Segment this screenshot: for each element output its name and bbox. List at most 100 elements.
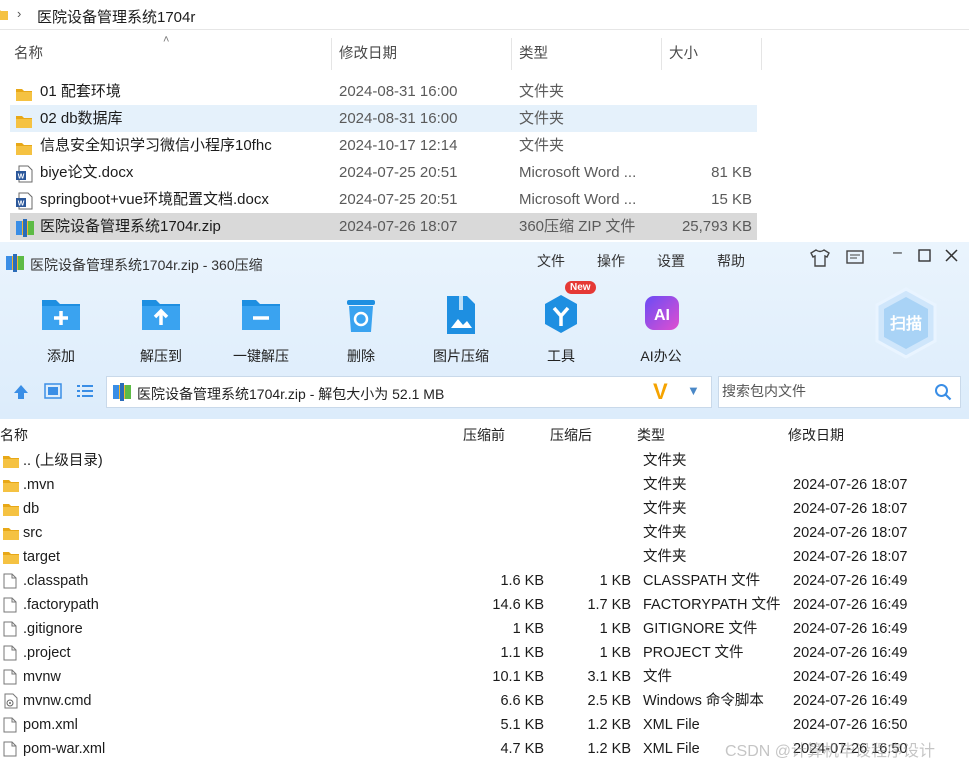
archive-entry-row[interactable]: .mvn 文件夹 2024-07-26 18:07 [0, 473, 969, 497]
file-row[interactable]: 01 配套环境 2024-08-31 16:00 文件夹 [10, 78, 757, 105]
skin-icon[interactable] [810, 249, 830, 272]
archive-path-bar[interactable]: 医院设备管理系统1704r.zip - 解包大小为 52.1 MB V ▼ [106, 376, 712, 408]
column-header-name[interactable]: 名称 [0, 422, 28, 448]
watermark: CSDN @计算机毕设程序设计 [725, 743, 936, 760]
tools-button[interactable]: 工具 [521, 292, 601, 366]
delete-button[interactable]: 删除 [321, 292, 401, 366]
file-name: springboot+vue环境配置文档.docx [40, 191, 269, 208]
column-header-modified[interactable]: 修改日期 [788, 422, 844, 448]
chevron-down-icon[interactable]: ▼ [687, 383, 700, 398]
up-arrow-icon[interactable] [12, 383, 30, 406]
scan-label: 扫描 [890, 314, 922, 333]
column-header-compressed[interactable]: 压缩后 [550, 422, 592, 448]
one-click-extract-icon [239, 292, 283, 336]
file-size: 81 KB [711, 164, 752, 181]
column-header-modified[interactable]: 修改日期 [339, 38, 397, 70]
image-compress-button[interactable]: 图片压缩 [421, 292, 501, 366]
entry-type: FACTORYPATH 文件 [643, 597, 781, 613]
feedback-icon[interactable] [846, 249, 864, 270]
menu-settings[interactable]: 设置 [657, 251, 685, 271]
minimize-icon[interactable]: – [893, 244, 902, 262]
entry-type: 文件夹 [643, 477, 687, 493]
entry-size-before: 6.6 KB [500, 693, 544, 709]
file-type: 文件夹 [519, 83, 565, 100]
archive-entry-row[interactable]: pom.xml 5.1 KB 1.2 KB XML File 2024-07-26 16… [0, 713, 969, 737]
extract-to-button[interactable]: 解压到 [121, 292, 201, 366]
address-bar[interactable]: › 医院设备管理系统1704r [0, 0, 969, 30]
archive-entry-row[interactable]: db 文件夹 2024-07-26 18:07 [0, 497, 969, 521]
one-click-extract-button[interactable]: 一键解压 [221, 292, 301, 366]
archive-entry-row[interactable]: .factorypath 14.6 KB 1.7 KB FACTORYPATH 文件 2… [0, 593, 969, 617]
entry-name: db [23, 501, 40, 517]
ai-office-button[interactable]: AI AI办公 [621, 292, 701, 366]
zip-header: 医院设备管理系统1704r.zip - 360压缩 文件 操作 设置 帮助 – … [0, 242, 969, 419]
entry-size-after: 1.2 KB [587, 741, 631, 757]
archive-entry-row[interactable]: target 文件夹 2024-07-26 18:07 [0, 545, 969, 569]
file-type: 360压缩 ZIP 文件 [519, 218, 636, 235]
list-view-icon[interactable] [76, 383, 94, 404]
sort-ascending-icon: ˄ [163, 34, 170, 46]
file-row[interactable]: 02 db数据库 2024-08-31 16:00 文件夹 [10, 105, 757, 132]
file-row[interactable]: 信息安全知识学习微信小程序10fhc 2024-10-17 12:14 文件夹 [10, 132, 757, 159]
entry-type: 文件夹 [643, 501, 687, 517]
archive-entry-row[interactable]: .gitignore 1 KB 1 KB GITIGNORE 文件 2024-07-26… [0, 617, 969, 641]
file-size: 15 KB [711, 191, 752, 208]
entry-type: 文件夹 [643, 453, 687, 469]
file-icon [3, 741, 17, 765]
entry-size-after: 2.5 KB [587, 693, 631, 709]
file-date: 2024-07-25 20:51 [339, 191, 458, 208]
archive-entry-row[interactable]: .classpath 1.6 KB 1 KB CLASSPATH 文件 2024-07-… [0, 569, 969, 593]
scan-button[interactable]: 扫描 [874, 287, 938, 359]
archive-entry-row[interactable]: .project 1.1 KB 1 KB PROJECT 文件 2024-07-26 1… [0, 641, 969, 665]
search-icon[interactable] [934, 383, 952, 406]
entry-type: 文件 [643, 669, 672, 685]
svg-text:W: W [18, 201, 25, 208]
recycle-bin-icon [339, 292, 383, 336]
column-header-type[interactable]: 类型 [637, 422, 665, 448]
close-icon[interactable] [945, 249, 958, 267]
entry-size-after: 1.2 KB [587, 717, 631, 733]
column-divider[interactable] [761, 38, 762, 70]
entry-name: mvnw [23, 669, 61, 685]
file-row[interactable]: Wbiye论文.docx 2024-07-25 20:51 Microsoft Wo… [10, 159, 757, 186]
vip-mark[interactable]: V [653, 379, 668, 405]
menu-operation[interactable]: 操作 [597, 251, 625, 271]
entry-name: target [23, 549, 61, 565]
add-button[interactable]: 添加 [21, 292, 101, 366]
window-title: 医院设备管理系统1704r.zip - 360压缩 [30, 257, 263, 273]
entry-name: src [23, 525, 43, 541]
archive-entry-row[interactable]: mvnw.cmd 6.6 KB 2.5 KB Windows 命令脚本 2024-07-… [0, 689, 969, 713]
add-folder-icon [39, 292, 83, 336]
chevron-right-icon[interactable]: › [17, 6, 21, 21]
column-header-packed[interactable]: 压缩前 [463, 422, 505, 448]
entry-size-before: 1 KB [512, 621, 544, 637]
column-divider[interactable] [661, 38, 662, 70]
entry-name: .project [23, 645, 71, 661]
breadcrumb[interactable]: 医院设备管理系统1704r [37, 6, 195, 27]
entry-date: 2024-07-26 16:49 [793, 597, 908, 613]
entry-name: pom.xml [23, 717, 78, 733]
menu-file[interactable]: 文件 [537, 251, 565, 271]
archive-entry-row[interactable]: .. (上级目录) 文件夹 [0, 449, 969, 473]
archive-entry-row[interactable]: mvnw 10.1 KB 3.1 KB 文件 2024-07-26 16:49 [0, 665, 969, 689]
column-divider[interactable] [511, 38, 512, 70]
tool-label: 图片压缩 [433, 348, 489, 364]
ai-icon-text: AI [654, 307, 670, 324]
search-input[interactable] [722, 383, 922, 399]
archive-entry-row[interactable]: src 文件夹 2024-07-26 18:07 [0, 521, 969, 545]
extract-to-icon [139, 292, 183, 336]
menu-help[interactable]: 帮助 [717, 251, 745, 271]
file-name: 信息安全知识学习微信小程序10fhc [40, 137, 272, 154]
file-row[interactable]: 医院设备管理系统1704r.zip 2024-07-26 18:07 360压缩 Z… [10, 213, 757, 240]
column-divider[interactable] [331, 38, 332, 70]
maximize-icon[interactable] [918, 249, 931, 267]
thumbnail-view-icon[interactable] [44, 383, 62, 404]
column-header-type[interactable]: 类型 [519, 38, 548, 70]
search-box[interactable] [718, 376, 961, 408]
column-header-size[interactable]: 大小 [669, 38, 698, 70]
file-row[interactable]: Wspringboot+vue环境配置文档.docx 2024-07-25 20:… [10, 186, 757, 213]
entry-date: 2024-07-26 16:50 [793, 717, 908, 733]
image-compress-icon [439, 292, 483, 336]
entry-date: 2024-07-26 18:07 [793, 477, 908, 493]
column-header-name[interactable]: 名称 [14, 38, 43, 70]
